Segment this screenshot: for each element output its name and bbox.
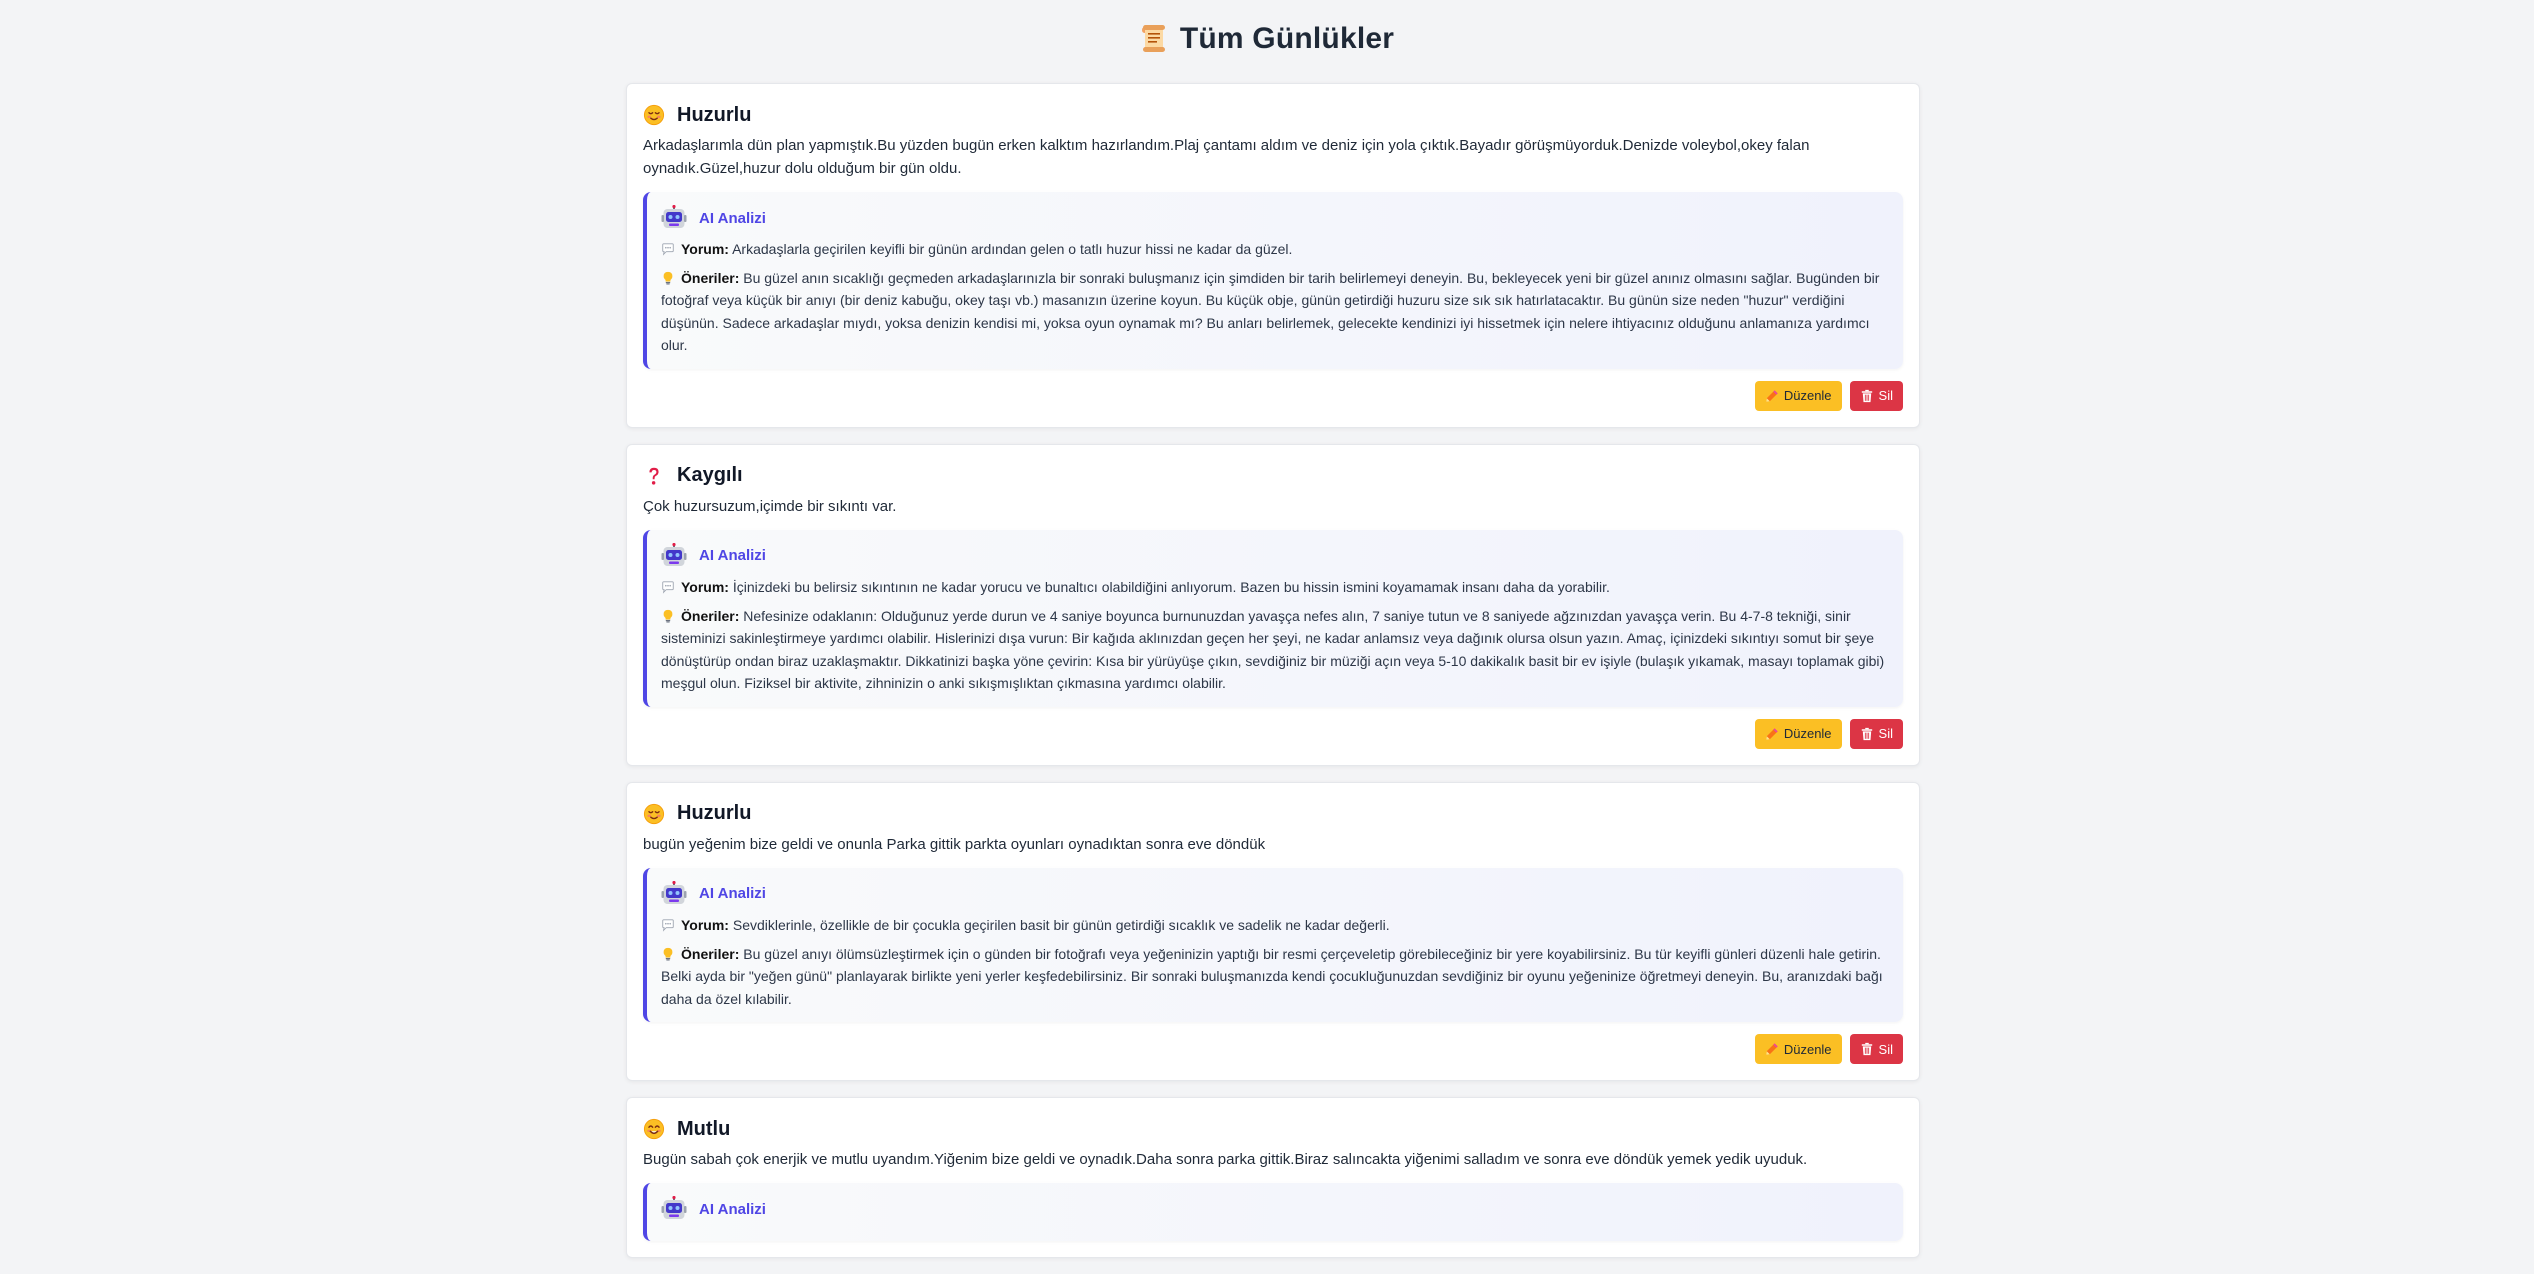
comment-text: İçinizdeki bu belirsiz sıkıntının ne kad… (732, 578, 1610, 595)
edit-button-label: Düzenle (1783, 1041, 1832, 1057)
edit-button[interactable]: Düzenle (1754, 1034, 1842, 1065)
scroll-icon (1140, 23, 1168, 53)
trash-icon (1860, 1042, 1874, 1056)
entry-text: Arkadaşlarımla dün plan yapmıştık.Bu yüz… (643, 137, 1810, 177)
journal-card: Huzurlu Arkadaşlarımla dün plan yapmıştı… (626, 83, 1920, 428)
delete-button[interactable]: Sil (1849, 718, 1903, 749)
journal-card: Mutlu Bugün sabah çok enerjik ve mutlu u… (626, 1097, 1920, 1259)
robot-icon (661, 881, 687, 907)
question-mark-icon (643, 465, 665, 487)
mood-header: Kaygılı (643, 461, 1903, 491)
mood-label: Huzurlu (677, 103, 752, 126)
speech-bubble-icon (661, 242, 675, 256)
ai-analysis-panel: AI Analizi Yorum: Sevdiklerinle, özellik… (643, 867, 1903, 1023)
ai-suggestions: Öneriler: Bu güzel anın sıcaklığı geçmed… (661, 267, 1887, 357)
robot-icon (661, 205, 687, 231)
suggestions-text: Nefesinize odaklanın: Olduğunuz yerde du… (661, 607, 1885, 692)
ai-suggestions: Öneriler: Bu güzel anıyı ölümsüzleştirme… (661, 943, 1887, 1011)
edit-button-label: Düzenle (1783, 726, 1832, 742)
mood-label: Mutlu (677, 1117, 731, 1140)
pencil-icon (1765, 1042, 1779, 1056)
speech-bubble-icon (661, 918, 675, 932)
light-bulb-icon (661, 947, 675, 961)
entry-text: bugün yeğenim bize geldi ve onunla Parka… (643, 835, 1266, 853)
robot-icon (661, 543, 687, 569)
entry-text: Çok huzursuzum,içimde bir sıkıntı var. (643, 497, 897, 515)
card-actions: Düzenle Sil (643, 380, 1903, 411)
comment-text: Sevdiklerinle, özellikle de bir çocukla … (732, 916, 1390, 933)
relieved-face-icon (643, 803, 665, 825)
page-header: Tüm Günlükler (0, 0, 2534, 62)
edit-button[interactable]: Düzenle (1754, 380, 1842, 411)
card-actions: Düzenle Sil (643, 718, 1903, 749)
relieved-face-icon (643, 104, 665, 126)
suggestions-text: Bu güzel anıyı ölümsüzleştirmek için o g… (661, 945, 1883, 1007)
suggestions-label: Öneriler: (681, 607, 740, 624)
comment-text: Arkadaşlarla geçirilen keyifli bir günün… (732, 241, 1293, 257)
ai-analysis-title: AI Analizi (699, 1200, 766, 1218)
trash-icon (1860, 389, 1874, 403)
ai-analysis-header: AI Analizi (661, 204, 1887, 232)
ai-comment: Yorum: İçinizdeki bu belirsiz sıkıntının… (661, 576, 1887, 599)
speech-bubble-icon (661, 580, 675, 594)
journal-list: Huzurlu Arkadaşlarımla dün plan yapmıştı… (626, 83, 1920, 1274)
suggestions-label: Öneriler: (681, 945, 740, 962)
ai-analysis-header: AI Analizi (661, 1195, 1887, 1223)
edit-button[interactable]: Düzenle (1754, 718, 1842, 749)
comment-label: Yorum: (681, 578, 729, 595)
ai-analysis-title: AI Analizi (699, 209, 766, 227)
suggestions-label: Öneriler: (681, 269, 740, 286)
delete-button-label: Sil (1878, 1041, 1893, 1057)
pencil-icon (1765, 389, 1779, 403)
trash-icon (1860, 727, 1874, 741)
ai-analysis-title: AI Analizi (699, 885, 766, 903)
pencil-icon (1765, 727, 1779, 741)
ai-comment: Yorum: Arkadaşlarla geçirilen keyifli bi… (661, 238, 1887, 261)
mood-header: Huzurlu (643, 799, 1903, 829)
robot-icon (661, 1196, 687, 1222)
delete-button-label: Sil (1878, 388, 1893, 404)
delete-button[interactable]: Sil (1849, 1034, 1903, 1065)
ai-analysis-panel: AI Analizi Yorum: Arkadaşlarla geçirilen… (643, 192, 1903, 369)
ai-analysis-header: AI Analizi (661, 880, 1887, 908)
mood-header: Huzurlu (643, 100, 1903, 130)
delete-button-label: Sil (1878, 726, 1893, 742)
journal-card: Huzurlu bugün yeğenim bize geldi ve onun… (626, 781, 1920, 1082)
edit-button-label: Düzenle (1783, 388, 1832, 404)
ai-analysis-panel: AI Analizi (643, 1183, 1903, 1242)
comment-label: Yorum: (681, 916, 729, 933)
card-actions: Düzenle Sil (643, 1034, 1903, 1065)
light-bulb-icon (661, 609, 675, 623)
page-title: Tüm Günlükler (1179, 22, 1395, 55)
ai-analysis-title: AI Analizi (699, 547, 766, 565)
ai-suggestions: Öneriler: Nefesinize odaklanın: Olduğunu… (661, 605, 1887, 695)
mood-label: Huzurlu (677, 802, 752, 825)
ai-analysis-panel: AI Analizi Yorum: İçinizdeki bu belirsiz… (643, 529, 1903, 707)
journal-card: Kaygılı Çok huzursuzum,içimde bir sıkınt… (626, 443, 1920, 766)
light-bulb-icon (661, 271, 675, 285)
entry-text: Bugün sabah çok enerjik ve mutlu uyandım… (643, 1151, 1808, 1169)
comment-label: Yorum: (681, 241, 729, 257)
ai-comment: Yorum: Sevdiklerinle, özellikle de bir ç… (661, 914, 1887, 937)
mood-header: Mutlu (643, 1114, 1903, 1144)
delete-button[interactable]: Sil (1849, 380, 1903, 411)
suggestions-text: Bu güzel anın sıcaklığı geçmeden arkadaş… (661, 269, 1880, 354)
smiling-face-icon (643, 1118, 665, 1140)
ai-analysis-header: AI Analizi (661, 542, 1887, 570)
mood-label: Kaygılı (677, 464, 743, 487)
